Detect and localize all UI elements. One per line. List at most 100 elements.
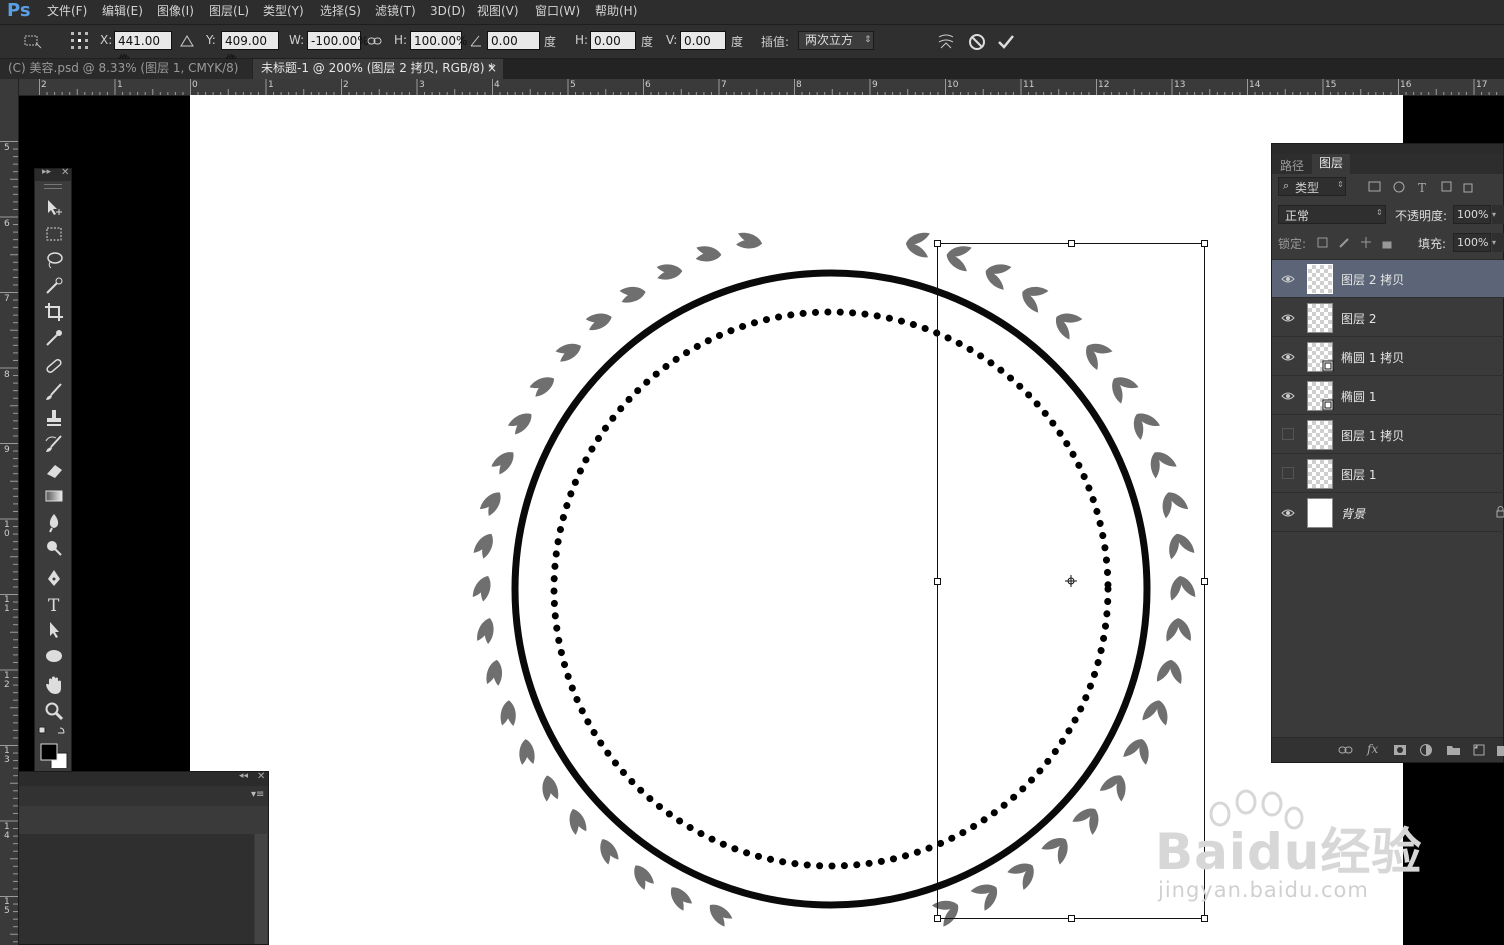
eyedropper-tool-icon[interactable] xyxy=(43,327,65,349)
zoom-tool-icon[interactable] xyxy=(43,700,65,722)
gradient-tool-icon[interactable] xyxy=(43,485,65,507)
layer-list: 图层 2 拷贝 图层 2 椭圆 1 拷贝 椭圆 1 图层 1 拷贝 图层 1 背… xyxy=(1272,259,1504,533)
quick-selection-tool-icon[interactable] xyxy=(43,275,65,297)
trash-icon[interactable] xyxy=(1496,743,1504,757)
layers-panel: 路径 图层 ⌕ 类型 ⇕ T 正常 ⇕ 不透明度: 100% ▾ 锁定: 填充:… xyxy=(1271,143,1504,763)
collapse-icon[interactable]: ◂◂ xyxy=(239,771,248,781)
brush-tool-icon[interactable] xyxy=(43,381,65,403)
visibility-eye-icon[interactable] xyxy=(1281,506,1295,520)
layer-row[interactable]: 椭圆 1 xyxy=(1272,377,1504,415)
healing-brush-tool-icon[interactable] xyxy=(43,355,65,377)
lasso-tool-icon[interactable] xyxy=(43,249,65,271)
layer-name: 图层 1 拷贝 xyxy=(1341,429,1405,443)
filter-icons[interactable]: T xyxy=(1366,179,1496,195)
path-selection-tool-icon[interactable] xyxy=(43,619,65,641)
search-icon: ⌕ xyxy=(1283,179,1290,192)
layer-row[interactable]: 图层 2 拷贝 xyxy=(1272,260,1504,298)
vector-mask-icon xyxy=(1322,360,1334,372)
layer-thumbnail xyxy=(1307,303,1333,333)
crop-tool-icon[interactable] xyxy=(43,301,65,323)
marquee-tool-icon[interactable] xyxy=(43,223,65,245)
transform-handle xyxy=(934,578,941,585)
watermark-brand: Baidu经验 xyxy=(1155,823,1423,881)
visibility-eye-icon[interactable] xyxy=(1281,350,1295,364)
layer-row[interactable]: 图层 1 拷贝 xyxy=(1272,416,1504,454)
layer-row[interactable]: 图层 2 xyxy=(1272,299,1504,337)
lock-icons[interactable] xyxy=(1316,234,1396,250)
visibility-eye-icon[interactable] xyxy=(1281,272,1295,286)
history-brush-tool-icon[interactable] xyxy=(43,433,65,455)
pixel-filter-icon xyxy=(1368,181,1381,192)
smart-object-filter-icon xyxy=(1463,183,1473,193)
panel-header[interactable]: ◂◂ ✕ xyxy=(19,771,268,786)
layer-thumbnail xyxy=(1307,459,1333,489)
grip-icon[interactable] xyxy=(44,184,62,189)
layer-filter-select[interactable]: ⌕ 类型 ⇕ xyxy=(1278,177,1346,196)
opacity-input[interactable]: 100% xyxy=(1453,205,1491,224)
adjustment-filter-icon xyxy=(1393,181,1405,193)
tab-paths[interactable]: 路径 xyxy=(1280,157,1304,174)
transform-handle xyxy=(934,915,941,922)
type-filter-icon: T xyxy=(1418,181,1426,195)
chevron-updown-icon: ⇕ xyxy=(1376,208,1383,217)
blend-mode-value: 正常 xyxy=(1285,209,1310,223)
visibility-eye-icon[interactable] xyxy=(1281,389,1295,403)
lock-icon xyxy=(1496,506,1504,518)
type-tool-icon[interactable]: T xyxy=(43,593,65,615)
dotted-ring xyxy=(550,308,1112,870)
fx-icon[interactable]: fx xyxy=(1367,742,1378,756)
layer-row[interactable]: 椭圆 1 拷贝 xyxy=(1272,338,1504,376)
dodge-tool-icon[interactable] xyxy=(43,537,65,559)
swap-colors-icon xyxy=(58,727,65,734)
fill-input[interactable]: 100% xyxy=(1453,233,1491,252)
panel-scrollbar[interactable] xyxy=(255,834,267,944)
link-icon[interactable] xyxy=(1338,743,1354,757)
tab-layers[interactable]: 图层 xyxy=(1312,154,1351,174)
color-swatches[interactable] xyxy=(38,726,68,768)
blur-tool-icon[interactable] xyxy=(43,511,65,533)
layer-row[interactable]: 图层 1 xyxy=(1272,455,1504,493)
transform-handle xyxy=(1201,240,1208,247)
layer-name: 图层 1 xyxy=(1341,468,1377,482)
blend-mode-select[interactable]: 正常 ⇕ xyxy=(1278,205,1386,224)
lock-pixels-icon xyxy=(1339,238,1349,248)
folder-icon[interactable] xyxy=(1446,743,1462,757)
lock-all-icon xyxy=(1382,241,1392,249)
visibility-toggle-off[interactable] xyxy=(1282,428,1294,440)
close-icon[interactable]: ✕ xyxy=(257,771,265,782)
layer-thumbnail xyxy=(1307,420,1333,450)
ellipse-tool-icon[interactable] xyxy=(43,645,65,667)
transform-handle xyxy=(1068,240,1075,247)
layer-row[interactable]: 背景 xyxy=(1272,494,1504,532)
opacity-dropdown-icon[interactable]: ▾ xyxy=(1492,205,1504,224)
layer-name: 背景 xyxy=(1341,507,1366,521)
visibility-toggle-off[interactable] xyxy=(1282,467,1294,479)
new-layer-icon[interactable] xyxy=(1472,743,1488,757)
transform-handle xyxy=(1068,915,1075,922)
adjustment-icon[interactable] xyxy=(1419,743,1435,757)
toolbox-header[interactable]: ▸▸ ✕ xyxy=(35,167,71,181)
layer-thumbnail xyxy=(1307,264,1333,294)
move-tool-icon[interactable] xyxy=(43,197,65,219)
eraser-tool-icon[interactable] xyxy=(43,459,65,481)
chevron-updown-icon: ⇕ xyxy=(1337,180,1344,189)
filter-label: 类型 xyxy=(1295,181,1320,195)
lock-transparent-icon xyxy=(1317,237,1328,248)
layer-name: 椭圆 1 拷贝 xyxy=(1341,351,1405,365)
layer-name: 图层 2 拷贝 xyxy=(1341,273,1405,287)
fill-dropdown-icon[interactable]: ▾ xyxy=(1492,233,1504,252)
close-icon[interactable]: ✕ xyxy=(61,167,69,178)
visibility-eye-icon[interactable] xyxy=(1281,311,1295,325)
hand-tool-icon[interactable] xyxy=(43,674,65,696)
shape-filter-icon xyxy=(1441,181,1452,192)
panel-header[interactable] xyxy=(1272,144,1503,154)
outer-ring xyxy=(511,269,1151,909)
watermark-url: jingyan.baidu.com xyxy=(1158,878,1369,902)
pen-tool-icon[interactable] xyxy=(43,567,65,589)
collapsed-panel: ◂◂ ✕ ▾≡ xyxy=(18,771,269,945)
opacity-label: 不透明度: xyxy=(1395,209,1448,223)
clone-stamp-tool-icon[interactable] xyxy=(43,407,65,429)
mask-icon[interactable] xyxy=(1393,743,1409,757)
collapse-icon[interactable]: ▸▸ xyxy=(42,167,51,177)
panel-menu-icon[interactable]: ▾≡ xyxy=(251,789,264,800)
